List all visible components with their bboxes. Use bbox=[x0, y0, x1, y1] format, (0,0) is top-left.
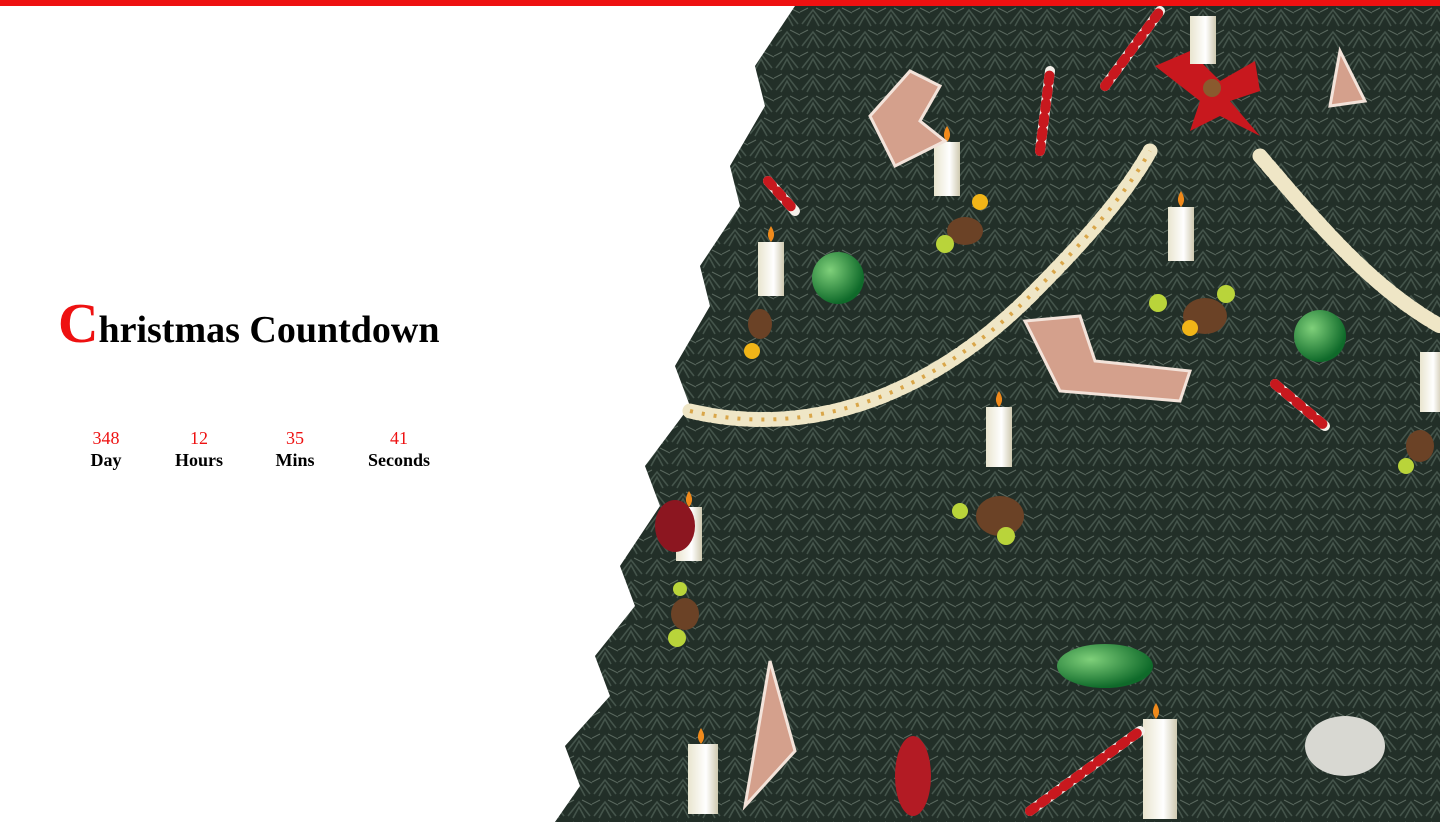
title-first-letter: C bbox=[58, 293, 99, 355]
seconds-label: Seconds bbox=[367, 450, 431, 470]
mins-label: Mins bbox=[275, 450, 315, 470]
countdown-hours: 12 Hours bbox=[175, 427, 223, 471]
hours-value: 12 bbox=[189, 428, 208, 448]
hours-label: Hours bbox=[174, 450, 224, 470]
days-label: Day bbox=[90, 450, 122, 470]
title-rest: hristmas Countdown bbox=[98, 309, 440, 351]
christmas-tree-image bbox=[540, 6, 1440, 822]
mins-value: 35 bbox=[285, 428, 304, 448]
page-title: Christmas Countdown bbox=[58, 296, 439, 352]
countdown-seconds: 41 Seconds bbox=[368, 427, 430, 471]
days-value: 348 bbox=[92, 428, 120, 448]
countdown-days: 348 Day bbox=[91, 427, 122, 471]
countdown-mins: 35 Mins bbox=[275, 427, 314, 471]
seconds-value: 41 bbox=[389, 428, 408, 448]
